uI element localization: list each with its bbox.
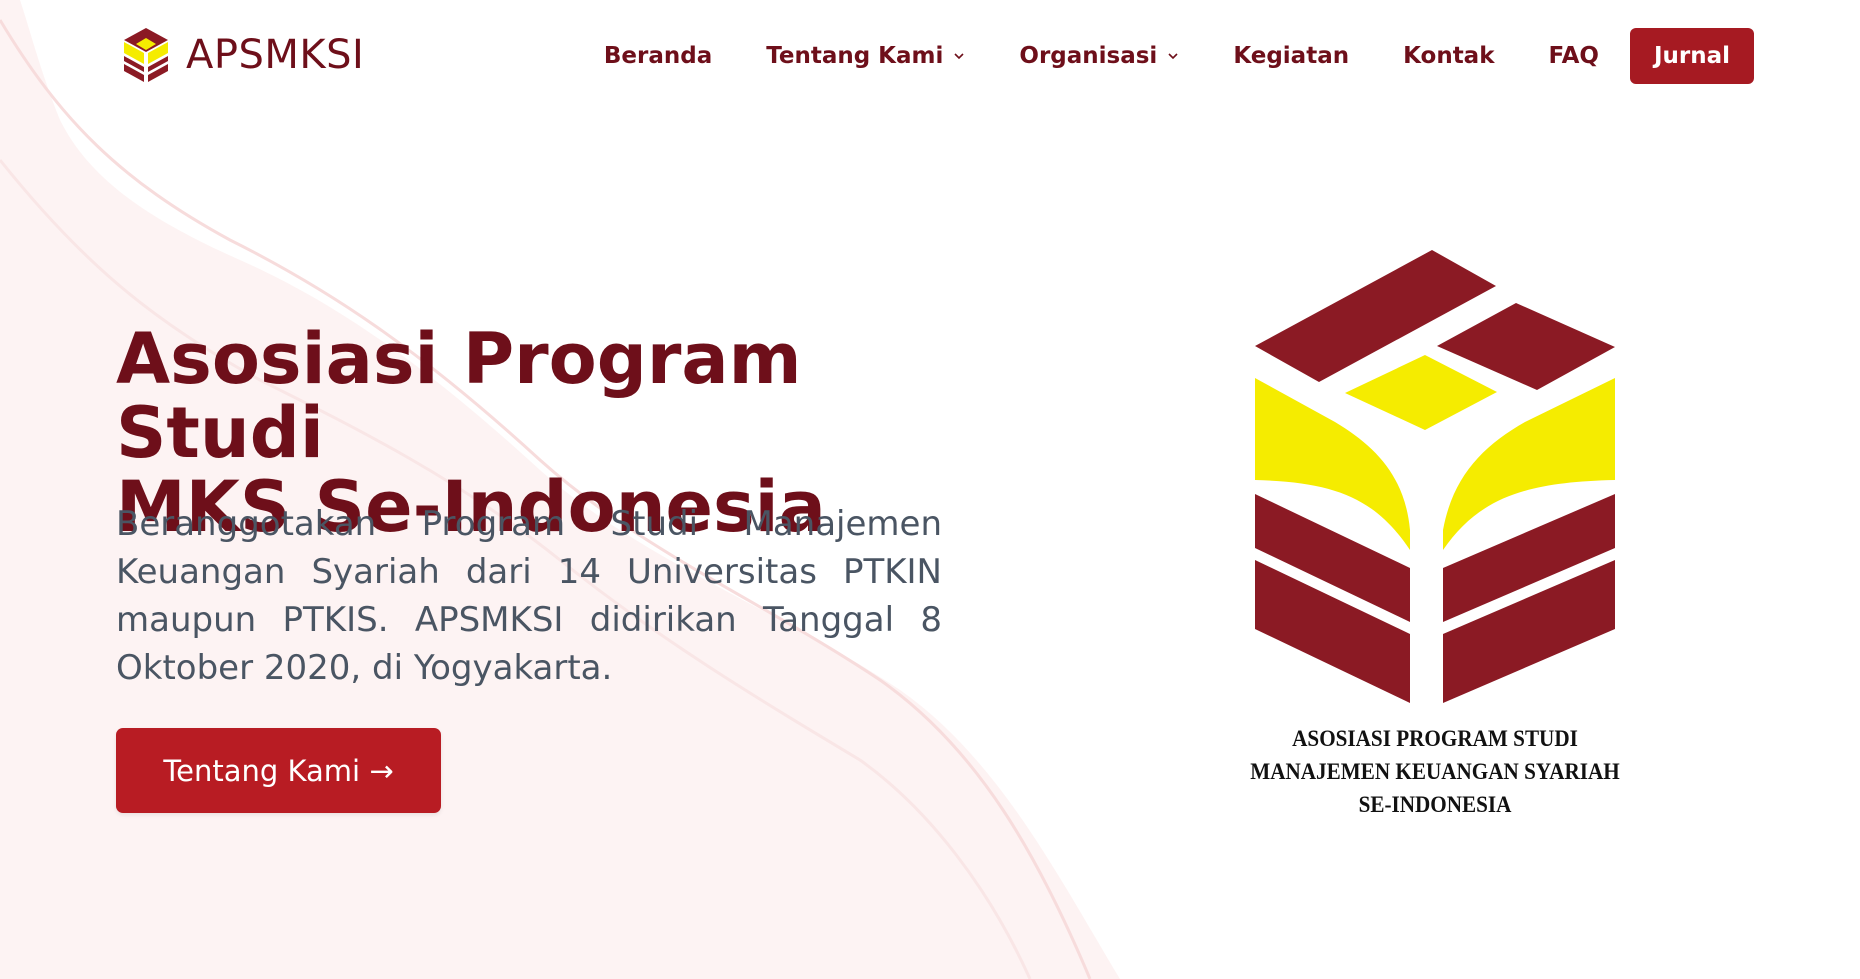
brand-link[interactable]: APSMKSI [120, 26, 364, 84]
nav-label: Beranda [603, 43, 713, 69]
site-header: APSMKSI Beranda Tentang Kami Organisasi … [0, 0, 1860, 110]
emblem-yellow-diamond [1345, 355, 1497, 430]
nav-item-beranda[interactable]: Beranda [577, 28, 739, 84]
nav-label: Tentang Kami [766, 43, 944, 69]
nav-label: Kontak [1403, 43, 1495, 69]
nav-item-kontak[interactable]: Kontak [1376, 28, 1521, 84]
emblem-caption-line3: SE-INDONESIA [1358, 792, 1512, 817]
hero-description: Beranggotakan Program Studi Manajemen Ke… [116, 504, 942, 688]
brand-name: APSMKSI [186, 32, 365, 78]
chevron-down-icon [1168, 53, 1178, 60]
nav-item-kegiatan[interactable]: Kegiatan [1206, 28, 1376, 84]
nav-item-faq[interactable]: FAQ [1522, 28, 1626, 84]
page: APSMKSI Beranda Tentang Kami Organisasi … [0, 0, 1860, 979]
emblem-caption-line1: ASOSIASI PROGRAM STUDI [1292, 726, 1578, 751]
emblem-top-left-brick [1255, 250, 1496, 382]
nav-item-tentang-kami[interactable]: Tentang Kami [739, 28, 992, 84]
nav-label: FAQ [1548, 43, 1599, 69]
nav-item-organisasi[interactable]: Organisasi [992, 28, 1206, 84]
jurnal-button[interactable]: Jurnal [1629, 28, 1754, 84]
main-nav: Beranda Tentang Kami Organisasi Kegiatan… [577, 28, 1754, 84]
tentang-kami-cta-button[interactable]: Tentang Kami → [116, 728, 441, 813]
apsmksi-cube-logo-icon [124, 28, 168, 82]
chevron-down-icon [954, 53, 964, 60]
nav-label: Kegiatan [1233, 43, 1350, 69]
hero-title-line1: Asosiasi Program Studi [116, 318, 802, 474]
emblem-caption-line2: MANAJEMEN KEUANGAN SYARIAH [1250, 759, 1620, 784]
apsmksi-emblem-logo [1255, 250, 1615, 703]
nav-label: Organisasi [1019, 43, 1158, 69]
emblem-caption: ASOSIASI PROGRAM STUDI MANAJEMEN KEUANGA… [1190, 722, 1680, 821]
